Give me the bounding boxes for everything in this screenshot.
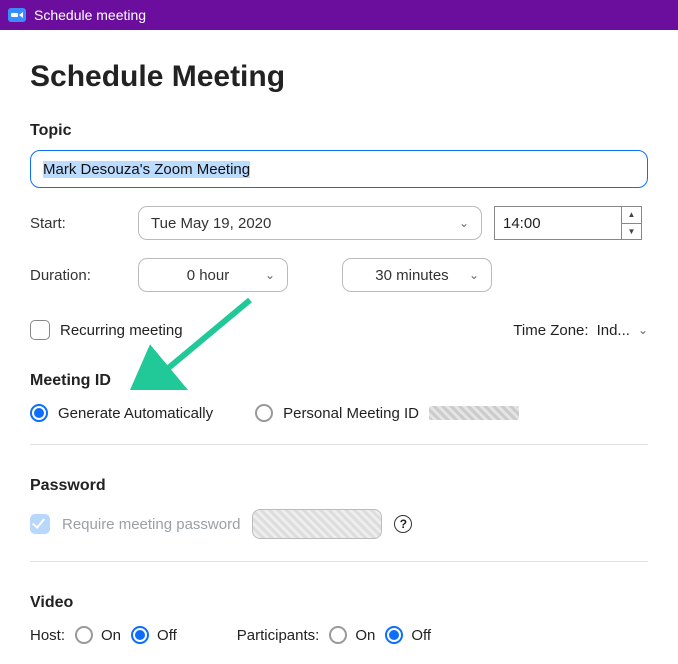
radio-checked-icon bbox=[30, 404, 48, 422]
recurring-label: Recurring meeting bbox=[60, 322, 183, 339]
password-heading: Password bbox=[30, 477, 648, 495]
meeting-id-heading: Meeting ID bbox=[30, 372, 648, 390]
require-password-checkbox[interactable] bbox=[30, 514, 50, 534]
meeting-id-personal-label: Personal Meeting ID bbox=[283, 405, 419, 422]
start-time-input[interactable]: 14:00 ▲ ▼ bbox=[494, 206, 642, 240]
meeting-id-personal-option[interactable]: Personal Meeting ID bbox=[255, 404, 519, 422]
radio-unchecked-icon bbox=[255, 404, 273, 422]
help-icon[interactable]: ? bbox=[394, 515, 412, 533]
spinner-up-icon[interactable]: ▲ bbox=[622, 207, 641, 224]
video-host-label: Host: bbox=[30, 627, 65, 644]
start-date-value: Tue May 19, 2020 bbox=[151, 215, 271, 232]
timezone-select[interactable]: Time Zone: Ind... ⌄ bbox=[513, 322, 648, 339]
start-date-select[interactable]: Tue May 19, 2020 ⌄ bbox=[138, 206, 482, 240]
host-off-radio[interactable] bbox=[131, 626, 149, 644]
duration-hours-value: 0 hour bbox=[151, 267, 265, 284]
zoom-app-icon bbox=[8, 8, 26, 22]
topic-input[interactable] bbox=[30, 150, 648, 188]
host-on-radio[interactable] bbox=[75, 626, 93, 644]
chevron-down-icon: ⌄ bbox=[459, 216, 469, 230]
participants-on-radio[interactable] bbox=[329, 626, 347, 644]
chevron-down-icon: ⌄ bbox=[469, 268, 479, 282]
recurring-checkbox[interactable] bbox=[30, 320, 50, 340]
titlebar: Schedule meeting bbox=[0, 0, 678, 30]
start-label: Start: bbox=[30, 215, 126, 232]
titlebar-text: Schedule meeting bbox=[34, 7, 146, 23]
chevron-down-icon: ⌄ bbox=[638, 323, 648, 337]
off-label: Off bbox=[157, 627, 177, 644]
duration-hours-select[interactable]: 0 hour ⌄ bbox=[138, 258, 288, 292]
timezone-value: Ind... bbox=[597, 322, 630, 339]
page-title: Schedule Meeting bbox=[30, 60, 648, 94]
chevron-down-icon: ⌄ bbox=[265, 268, 275, 282]
duration-minutes-value: 30 minutes bbox=[355, 267, 469, 284]
personal-id-masked bbox=[429, 406, 519, 420]
divider bbox=[30, 561, 648, 562]
require-password-label: Require meeting password bbox=[62, 516, 240, 533]
password-input[interactable] bbox=[252, 509, 382, 539]
meeting-id-generate-label: Generate Automatically bbox=[58, 405, 213, 422]
on-label: On bbox=[101, 627, 121, 644]
spinner-down-icon[interactable]: ▼ bbox=[622, 224, 641, 240]
start-time-value: 14:00 bbox=[495, 215, 621, 232]
meeting-id-generate-option[interactable]: Generate Automatically bbox=[30, 404, 213, 422]
participants-off-radio[interactable] bbox=[385, 626, 403, 644]
topic-label: Topic bbox=[30, 122, 648, 140]
divider bbox=[30, 444, 648, 445]
on-label: On bbox=[355, 627, 375, 644]
duration-label: Duration: bbox=[30, 267, 126, 284]
duration-minutes-select[interactable]: 30 minutes ⌄ bbox=[342, 258, 492, 292]
timezone-label: Time Zone: bbox=[513, 322, 588, 339]
video-participants-label: Participants: bbox=[237, 627, 320, 644]
off-label: Off bbox=[411, 627, 431, 644]
time-spinner[interactable]: ▲ ▼ bbox=[621, 207, 641, 239]
video-heading: Video bbox=[30, 594, 648, 612]
